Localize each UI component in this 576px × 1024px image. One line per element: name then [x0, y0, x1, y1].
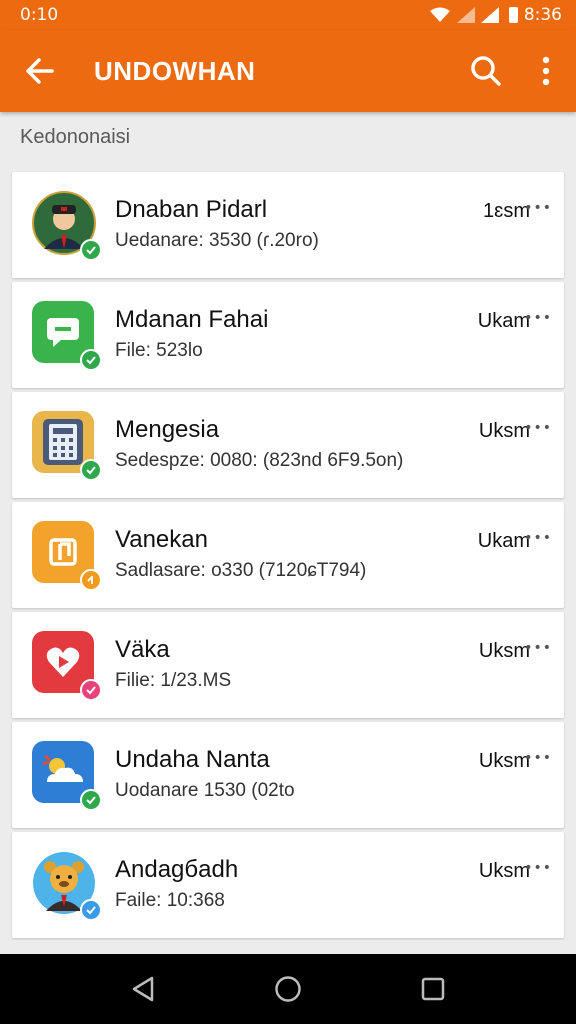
- more-vert-icon: [542, 56, 550, 86]
- search-icon: [471, 56, 501, 86]
- circle-home-icon: [275, 976, 301, 1002]
- status-bar: 0:10 8:36: [0, 0, 576, 30]
- item-icon-wrap: [32, 411, 102, 481]
- item-detail: Uodanare 1530 (02to: [115, 780, 295, 801]
- system-nav-bar: [0, 954, 576, 1024]
- section-label: Kedononaisi: [20, 126, 131, 148]
- item-more-button[interactable]: •••: [524, 750, 552, 766]
- item-more-button[interactable]: •••: [524, 860, 552, 876]
- check-badge-icon: [80, 349, 102, 371]
- item-time: Uksm: [478, 750, 530, 772]
- triangle-back-icon: [132, 976, 153, 1002]
- check-badge-icon: [80, 679, 102, 701]
- file-list: Dnaban Pidarl Uedanare: 3530 (ɾ.20ro) 1ɛ…: [12, 172, 564, 942]
- item-icon-wrap: [32, 191, 102, 261]
- app-bar: UNDOWHAN: [0, 30, 576, 112]
- item-more-button[interactable]: •••: [524, 420, 552, 436]
- item-icon-wrap: [32, 851, 102, 921]
- item-detail: File: 523lo: [115, 340, 203, 361]
- item-detail: Uedanare: 3530 (ɾ.20ro): [115, 230, 319, 251]
- list-item[interactable]: Undaha Nanta Uodanare 1530 (02to Uksm ••…: [12, 722, 564, 828]
- search-button[interactable]: [456, 30, 516, 112]
- list-item[interactable]: Dnaban Pidarl Uedanare: 3530 (ɾ.20ro) 1ɛ…: [12, 172, 564, 278]
- status-right-time: 8:36: [523, 5, 562, 25]
- item-name: Dnaban Pidarl: [115, 196, 268, 223]
- item-detail: Sadlasare: o330 (7120ɕT794): [115, 560, 367, 581]
- check-badge-icon: [80, 239, 102, 261]
- signal-icon-1: [456, 7, 475, 23]
- item-name: Andaɡбadh: [115, 856, 239, 883]
- item-name: Undaha Nanta: [115, 746, 270, 773]
- status-icons: 8:36: [429, 5, 562, 25]
- check-badge-icon: [80, 459, 102, 481]
- nav-home-button[interactable]: [263, 964, 313, 1014]
- overflow-menu-button[interactable]: [516, 30, 576, 112]
- item-time: Ukam: [477, 530, 530, 552]
- square-recents-icon: [422, 977, 445, 1001]
- item-more-button[interactable]: •••: [524, 530, 552, 546]
- item-icon-wrap: [32, 741, 102, 811]
- item-icon-wrap: [32, 301, 102, 371]
- page-title: UNDOWHAN: [94, 55, 256, 86]
- item-icon-wrap: [32, 521, 102, 591]
- item-time: Uksm: [478, 420, 530, 442]
- battery-icon: [508, 7, 518, 23]
- item-time: 1ɛsm: [483, 200, 530, 222]
- item-name: Väka: [115, 636, 170, 663]
- wifi-icon: [429, 7, 450, 22]
- item-detail: Filie: 1/23.MS: [115, 670, 232, 691]
- check-badge-icon: [80, 789, 102, 811]
- arrow-left-icon: [26, 58, 54, 84]
- item-name: Mengesia: [115, 416, 220, 443]
- list-item[interactable]: Vanekan Sadlasare: o330 (7120ɕT794) Ukam…: [12, 502, 564, 608]
- item-name: Mdanan Fahai: [115, 306, 269, 333]
- list-item[interactable]: Väka Filie: 1/23.MS Uksm •••: [12, 612, 564, 718]
- item-name: Vanekan: [115, 526, 208, 553]
- list-item[interactable]: Andaɡбadh Faile: 10:368 Uksm •••: [12, 832, 564, 938]
- list-item[interactable]: Mdanan Fahai File: 523lo Ukam •••: [12, 282, 564, 388]
- item-more-button[interactable]: •••: [524, 640, 552, 656]
- item-more-button[interactable]: •••: [524, 200, 552, 216]
- signal-icon-2: [480, 7, 499, 23]
- item-detail: Faile: 10:368: [115, 890, 225, 911]
- item-more-button[interactable]: •••: [524, 310, 552, 326]
- status-left-time: 0:10: [20, 5, 59, 25]
- item-detail: Sedespze: 0080: (823nd 6F9.5on): [115, 450, 404, 471]
- list-item[interactable]: Mengesia Sedespze: 0080: (823nd 6F9.5on)…: [12, 392, 564, 498]
- nav-recents-button[interactable]: [408, 964, 458, 1014]
- item-icon-wrap: [32, 631, 102, 701]
- nav-back-button[interactable]: [118, 964, 168, 1014]
- status-badge-icon: [80, 569, 102, 591]
- check-badge-icon: [80, 899, 102, 921]
- item-time: Uksm: [478, 640, 530, 662]
- item-time: Ukam: [477, 310, 530, 332]
- back-button[interactable]: [0, 30, 80, 112]
- item-time: Uksm: [478, 860, 530, 882]
